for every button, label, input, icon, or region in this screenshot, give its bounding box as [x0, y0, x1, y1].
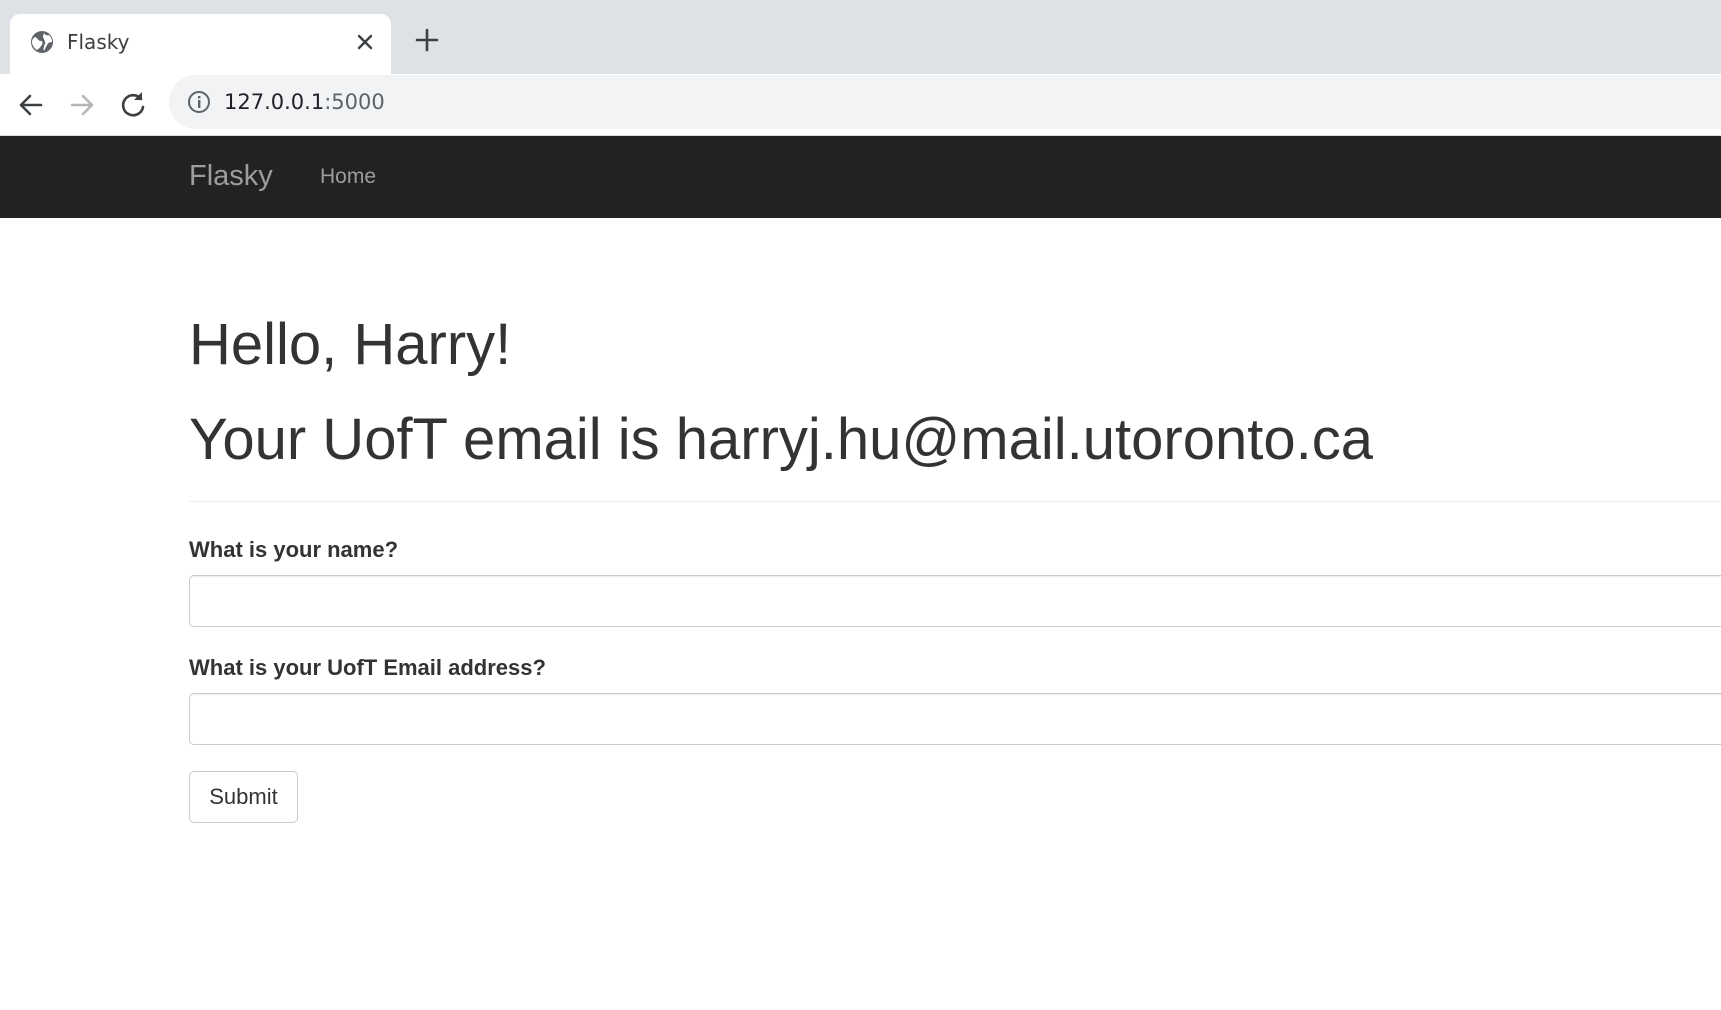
greeting-heading: Hello, Harry!: [189, 312, 512, 377]
arrow-left-icon[interactable]: [13, 87, 49, 123]
tab-title: Flasky: [67, 30, 130, 54]
submit-button[interactable]: Submit: [189, 771, 298, 823]
browser-toolbar: 127.0.0.1:5000: [0, 74, 1721, 136]
app-navbar: Flasky Home: [0, 136, 1721, 218]
browser-tab[interactable]: Flasky: [10, 14, 391, 74]
url-host: 127.0.0.1: [224, 90, 325, 114]
name-label: What is your name?: [189, 537, 399, 562]
browser-tabstrip: Flasky: [0, 0, 1721, 74]
navbar-brand[interactable]: Flasky: [189, 158, 273, 194]
reload-icon[interactable]: [115, 87, 151, 123]
info-icon[interactable]: [186, 89, 212, 115]
close-icon[interactable]: [354, 31, 376, 53]
email-input[interactable]: [189, 693, 1721, 745]
nav-link-home[interactable]: Home: [320, 163, 376, 191]
arrow-right-icon[interactable]: [64, 87, 100, 123]
email-label: What is your UofT Email address?: [189, 655, 546, 680]
divider: [189, 501, 1721, 502]
name-input[interactable]: [189, 575, 1721, 627]
globe-icon: [29, 29, 55, 55]
plus-icon[interactable]: [414, 27, 440, 53]
email-heading: Your UofT email is harryj.hu@mail.utoron…: [189, 407, 1373, 472]
url-text: 127.0.0.1:5000: [224, 88, 385, 116]
url-port: :5000: [324, 90, 385, 114]
address-bar[interactable]: 127.0.0.1:5000: [169, 75, 1721, 129]
